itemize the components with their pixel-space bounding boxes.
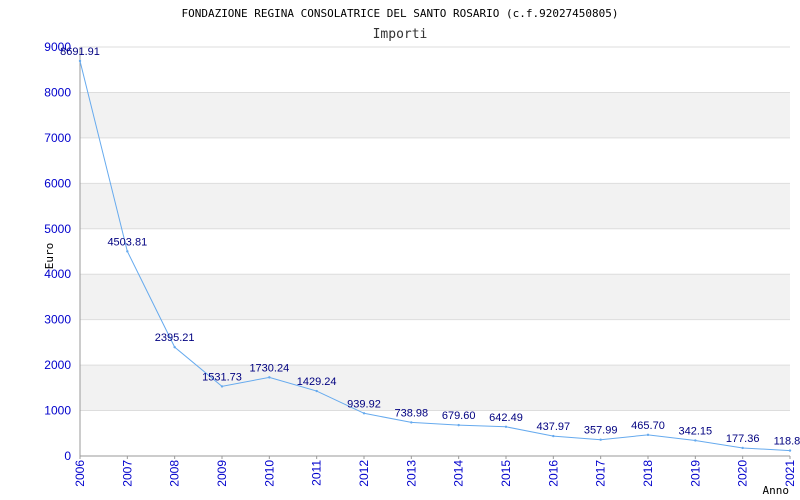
data-label: 118.83 — [774, 436, 800, 448]
data-point — [410, 421, 413, 424]
data-point — [126, 250, 129, 253]
y-tick-label: 8000 — [44, 85, 71, 99]
data-point — [315, 389, 318, 393]
data-label: 1531.73 — [202, 371, 242, 383]
data-point — [268, 376, 271, 379]
y-tick-label: 7000 — [44, 131, 71, 145]
y-axis-label: Euro — [43, 243, 56, 270]
data-label: 1730.24 — [249, 362, 289, 374]
x-tick-label: 2015 — [499, 460, 513, 487]
data-point — [504, 425, 508, 429]
x-axis-label: Anno — [763, 484, 790, 497]
grid-band — [80, 183, 790, 229]
data-label: 2395.21 — [155, 332, 195, 344]
x-tick-label: 2011 — [310, 460, 324, 486]
x-tick-label: 2014 — [452, 460, 466, 487]
data-point — [78, 59, 82, 63]
data-point — [173, 345, 176, 349]
x-tick-label: 2020 — [736, 460, 750, 487]
grid-band — [80, 365, 790, 411]
x-ticks: 2006 2007 2008 2009 2010 2011 2012 2013 2014 2015… — [73, 456, 797, 487]
data-point — [457, 423, 460, 427]
grid-band — [80, 274, 790, 320]
data-point — [646, 433, 650, 437]
x-tick-label: 2016 — [546, 460, 560, 487]
y-tick-label: 2000 — [44, 358, 71, 372]
data-label: 357.99 — [584, 425, 618, 437]
data-label: 465.70 — [631, 420, 665, 432]
data-label: 4503.81 — [107, 236, 147, 248]
x-tick-label: 2019 — [688, 460, 702, 487]
x-tick-label: 2017 — [594, 460, 608, 487]
x-tick-label: 2013 — [404, 460, 418, 487]
x-tick-label: 2021 — [783, 460, 797, 487]
data-point — [741, 446, 744, 450]
data-label: 342.15 — [679, 425, 713, 437]
x-tick-label: 2012 — [357, 460, 371, 487]
chart-subtitle: Importi — [373, 27, 428, 42]
chart: FONDAZIONE REGINA CONSOLATRICE DEL SANTO… — [43, 7, 800, 497]
data-point — [220, 385, 224, 388]
grid-bands — [80, 92, 790, 411]
y-tick-label: 3000 — [44, 313, 71, 327]
data-point — [788, 449, 792, 452]
data-label: 679.60 — [442, 410, 476, 422]
data-point — [599, 438, 602, 441]
x-tick-label: 2006 — [73, 460, 87, 487]
data-point — [552, 434, 555, 438]
data-label: 1429.24 — [297, 376, 337, 388]
x-tick-label: 2007 — [120, 460, 134, 487]
data-label: 8691.91 — [60, 46, 100, 58]
chart-title: FONDAZIONE REGINA CONSOLATRICE DEL SANTO… — [181, 7, 618, 20]
data-label: 437.97 — [537, 421, 571, 433]
y-tick-label: 6000 — [44, 176, 71, 190]
data-label: 939.92 — [347, 398, 381, 410]
data-point — [362, 412, 366, 415]
grid-band — [80, 92, 790, 138]
y-tick-label: 5000 — [44, 222, 71, 236]
x-tick-label: 2018 — [641, 460, 655, 487]
data-point — [694, 439, 697, 442]
data-label: 738.98 — [395, 407, 429, 419]
x-tick-label: 2009 — [215, 460, 229, 487]
data-label: 177.36 — [726, 433, 760, 445]
y-tick-label: 0 — [64, 449, 71, 463]
data-label: 642.49 — [489, 412, 523, 424]
y-tick-label: 1000 — [44, 404, 71, 418]
x-tick-label: 2010 — [262, 460, 276, 487]
x-tick-label: 2008 — [168, 460, 182, 487]
